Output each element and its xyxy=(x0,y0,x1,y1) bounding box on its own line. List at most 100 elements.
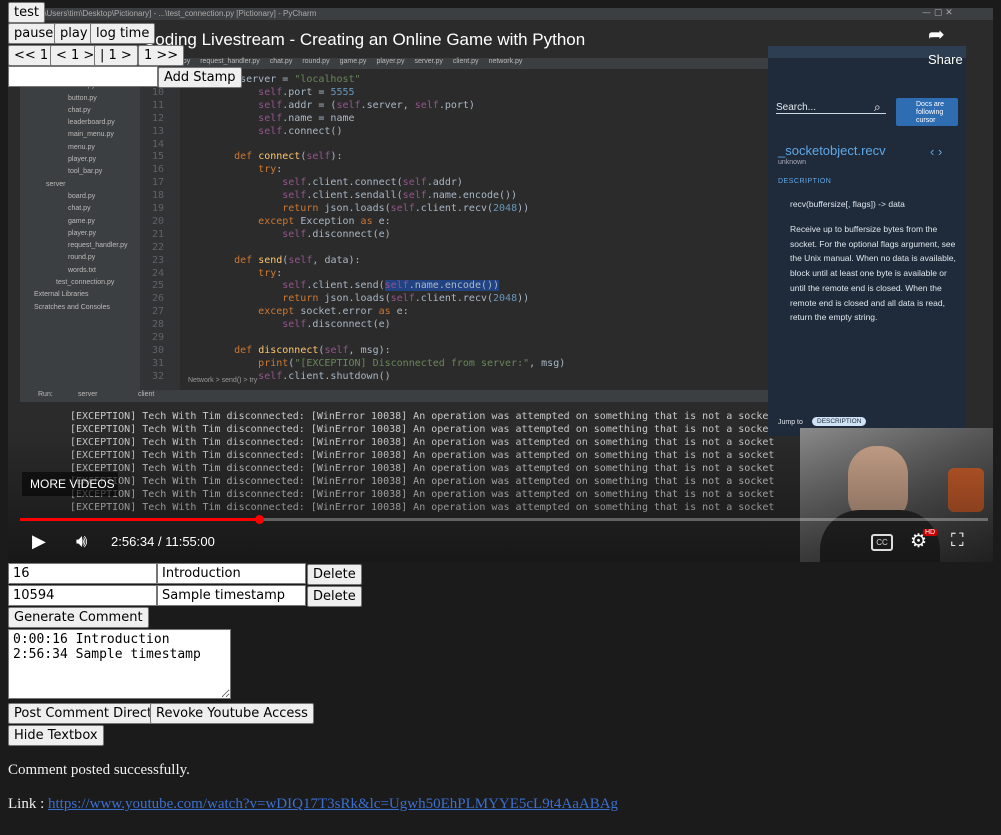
share-label[interactable]: Share xyxy=(928,52,963,67)
time-display: 2:56:34 / 11:55:00 xyxy=(111,534,215,549)
test-button[interactable]: test xyxy=(8,2,45,23)
tree-folder: Scratches and Consoles xyxy=(34,303,110,311)
code-line: 16 try: xyxy=(151,164,283,176)
more-videos-button[interactable]: MORE VIDEOS xyxy=(22,472,118,496)
post-comment-button[interactable]: Post Comment Directly xyxy=(8,703,170,724)
docs-follow-button: Docs are following cursor xyxy=(896,98,958,126)
delete-stamp-button[interactable]: Delete xyxy=(307,564,362,585)
code-line: 27 except socket.error as e: xyxy=(151,306,409,318)
code-line: 26 return json.loads(self.client.recv(20… xyxy=(151,293,530,305)
code-line: 12 self.name = name xyxy=(151,112,355,124)
revoke-access-button[interactable]: Revoke Youtube Access xyxy=(150,703,314,724)
stamp-seconds-input[interactable] xyxy=(8,563,157,584)
doc-jump-to: Jump to xyxy=(778,419,803,426)
hd-badge: HD xyxy=(923,529,938,536)
tree-file: board.py xyxy=(68,192,96,200)
code-line: 19 return json.loads(self.client.recv(20… xyxy=(151,203,530,214)
share-icon[interactable]: ➦ xyxy=(928,22,945,47)
play-icon[interactable]: ▶ xyxy=(32,531,46,552)
run-console: [EXCEPTION] Tech With Tim disconnected: … xyxy=(20,402,808,520)
doc-body: Receive up to buffersize bytes from the … xyxy=(790,224,956,323)
ide-window-title: [C:\Users\tim\Desktop\Pictionary] - ...\… xyxy=(8,8,993,20)
captions-button[interactable]: CC xyxy=(871,534,893,551)
code-line: 21 self.disconnect(e) xyxy=(151,228,391,240)
code-line: 10 self.port = 5555 xyxy=(151,86,355,98)
editor-tab: chat.py xyxy=(269,58,293,65)
tree-folder: External Libraries xyxy=(34,291,89,299)
tree-file: tool_bar.py xyxy=(68,168,103,176)
tree-file: player.py xyxy=(68,229,97,237)
tree-file: round.py xyxy=(68,254,96,262)
play-button[interactable]: play xyxy=(54,23,94,44)
window-controls: — ▢ ✕ xyxy=(922,8,953,18)
code-line: 11 self.addr = (self.server, self.port) xyxy=(151,99,475,111)
link-row: Link : https://www.youtube.com/watch?v=w… xyxy=(8,796,618,813)
tree-file: chat.py xyxy=(68,106,91,114)
nav-first-button[interactable]: << 1 xyxy=(8,45,55,66)
webcam-feed xyxy=(800,428,993,562)
nav-prev-button[interactable]: < 1 > xyxy=(50,45,101,66)
video-player[interactable]: [C:\Users\tim\Desktop\Pictionary] - ...\… xyxy=(8,8,993,562)
code-line: 28 self.disconnect(e) xyxy=(151,319,391,331)
doc-heading: _socketobject.recv xyxy=(778,143,886,158)
tree-file: menu.py xyxy=(68,143,95,151)
code-line: 32 self.client.shutdown() xyxy=(151,370,391,382)
progress-bar[interactable] xyxy=(20,515,988,524)
editor-tab: round.py xyxy=(302,58,330,65)
log-time-button[interactable]: log time xyxy=(90,23,156,44)
run-tab-client: client xyxy=(138,391,155,398)
code-line: 30 def disconnect(self, msg): xyxy=(151,344,391,356)
doc-subheading: unknown xyxy=(778,159,807,166)
link-prefix: Link : xyxy=(8,796,48,812)
code-line: 20 except Exception as e: xyxy=(151,215,391,227)
comment-link[interactable]: https://www.youtube.com/watch?v=wDIQ17T3… xyxy=(48,796,618,812)
stamp-seconds-input[interactable] xyxy=(8,585,157,606)
documentation-panel: Search... ⌕ Docs are following cursor _s… xyxy=(768,46,966,436)
tree-folder: server xyxy=(46,180,66,188)
code-line: 17 self.client.connect(self.addr) xyxy=(151,177,463,189)
editor-tab: server.py xyxy=(414,58,443,65)
doc-jump-target: DESCRIPTION xyxy=(812,417,867,426)
stamp-label-input[interactable] xyxy=(157,585,306,606)
code-line: 14 xyxy=(151,138,164,150)
stamp-input[interactable] xyxy=(8,66,158,87)
nav-current-button[interactable]: | 1 > xyxy=(94,45,138,66)
tree-file: request_handler.py xyxy=(68,242,128,250)
code-line: 15 def connect(self): xyxy=(151,151,343,163)
doc-section: DESCRIPTION xyxy=(778,178,832,185)
doc-back-icon: ‹ › xyxy=(930,144,943,159)
code-line: 29 xyxy=(151,332,164,343)
tree-file: player.py xyxy=(68,156,97,164)
console-line: [EXCEPTION] Tech With Tim disconnected: … xyxy=(70,424,775,435)
person-head xyxy=(848,446,908,520)
code-line: 13 self.connect() xyxy=(151,125,343,137)
nav-next-button[interactable]: 1 >> xyxy=(138,45,185,66)
pause-button[interactable]: pause xyxy=(8,23,60,44)
comment-textarea[interactable]: 0:00:16 Introduction 2:56:34 Sample time… xyxy=(8,629,231,699)
doc-signature: recv(buffersize[, flags]) -> data xyxy=(790,199,905,209)
volume-icon[interactable]: 🔊︎ xyxy=(76,531,87,552)
breadcrumb: Network > send() > try xyxy=(188,377,258,384)
tree-file: game.py xyxy=(68,217,95,225)
tree-file: chat.py xyxy=(68,205,91,213)
progress-scrubber[interactable] xyxy=(255,515,265,524)
console-line: [EXCEPTION] Tech With Tim disconnected: … xyxy=(70,502,775,513)
add-stamp-button[interactable]: Add Stamp xyxy=(158,67,242,88)
code-line: 25 self.client.send(self.name.encode()) xyxy=(151,280,500,292)
code-line: 18 self.client.sendall(self.name.encode(… xyxy=(151,190,518,202)
project-tree: clientboard.pybutton.pychat.pyleaderboar… xyxy=(20,70,140,390)
console-line: [EXCEPTION] Tech With Tim disconnected: … xyxy=(70,450,775,461)
fullscreen-icon[interactable]: ⛶ xyxy=(951,530,964,551)
video-title[interactable]: Coding Livestream - Creating an Online G… xyxy=(143,30,585,50)
tree-file: words.txt xyxy=(68,266,97,274)
background-object xyxy=(948,468,984,512)
progress-played xyxy=(20,518,260,521)
editor-tab: game.py xyxy=(339,58,367,65)
delete-stamp-button[interactable]: Delete xyxy=(307,586,362,607)
editor-tab: client.py xyxy=(452,58,479,65)
code-editor: self.server = "localhost"10 self.port = … xyxy=(140,70,776,392)
stamp-label-input[interactable] xyxy=(157,563,306,584)
hide-textbox-button[interactable]: Hide Textbox xyxy=(8,725,104,746)
generate-comment-button[interactable]: Generate Comment xyxy=(8,607,149,628)
editor-tab: player.py xyxy=(376,58,405,65)
